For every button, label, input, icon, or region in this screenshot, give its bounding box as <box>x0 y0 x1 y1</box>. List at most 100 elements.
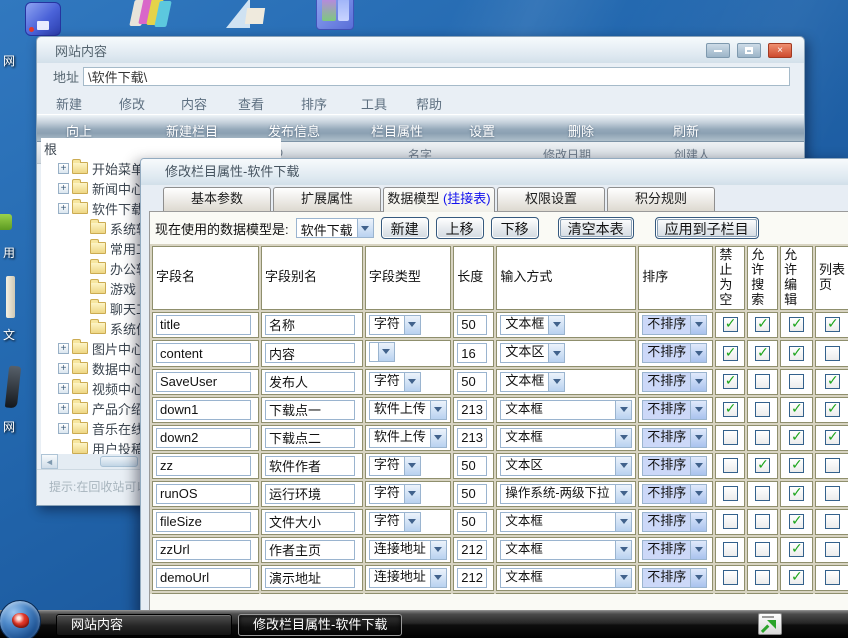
chevron-down-icon[interactable] <box>404 513 420 531</box>
field-name-input[interactable] <box>156 428 251 448</box>
chevron-down-icon[interactable] <box>690 569 706 587</box>
field-length-input[interactable] <box>457 512 487 532</box>
field-type-select[interactable]: 软件上传 <box>369 428 447 448</box>
chevron-down-icon[interactable] <box>690 429 706 447</box>
desktop-icon-partial-1[interactable] <box>0 214 12 230</box>
not-null-checkbox[interactable] <box>723 317 738 332</box>
chevron-down-icon[interactable] <box>430 569 446 587</box>
allow-edit-checkbox[interactable] <box>789 374 804 389</box>
field-type-select[interactable]: 字符 <box>369 456 421 476</box>
sort-select[interactable]: 不排序 <box>642 568 707 588</box>
field-type-select[interactable]: 字符 <box>369 484 421 504</box>
desktop-icon-computer[interactable] <box>25 2 61 36</box>
tray-restore-icon[interactable] <box>758 613 782 635</box>
allow-search-checkbox[interactable] <box>755 374 770 389</box>
chevron-down-icon[interactable] <box>690 316 706 334</box>
chevron-down-icon[interactable] <box>690 485 706 503</box>
list-page-checkbox[interactable] <box>825 486 840 501</box>
dialog-titlebar[interactable]: 修改栏目属性-软件下载 <box>141 159 848 185</box>
sort-select[interactable]: 不排序 <box>642 343 707 363</box>
chevron-down-icon[interactable] <box>430 541 446 559</box>
field-length-input[interactable] <box>457 428 487 448</box>
input-mode-select[interactable]: 文本框 <box>500 428 632 448</box>
field-name-input[interactable] <box>156 568 251 588</box>
field-alias-input[interactable] <box>265 540 355 560</box>
input-mode-select[interactable]: 文本区 <box>500 456 632 476</box>
chevron-down-icon[interactable] <box>548 373 564 391</box>
sort-select[interactable]: 不排序 <box>642 456 707 476</box>
not-null-checkbox[interactable] <box>723 458 738 473</box>
chevron-down-icon[interactable] <box>690 541 706 559</box>
field-name-input[interactable] <box>156 372 251 392</box>
sort-select[interactable]: 不排序 <box>642 428 707 448</box>
chevron-down-icon[interactable] <box>615 457 631 475</box>
field-type-select[interactable]: 连接地址 <box>369 568 447 588</box>
allow-edit-checkbox[interactable] <box>789 458 804 473</box>
expander-plus-icon[interactable]: + <box>58 363 69 374</box>
taskbar-button-2[interactable]: 修改栏目属性-软件下载 <box>238 614 402 636</box>
field-alias-input[interactable] <box>265 456 355 476</box>
field-alias-input[interactable] <box>265 400 355 420</box>
toolbar-item-7[interactable]: 刷新 <box>673 121 699 140</box>
not-null-checkbox[interactable] <box>723 514 738 529</box>
allow-edit-checkbox[interactable] <box>789 486 804 501</box>
not-null-checkbox[interactable] <box>723 486 738 501</box>
field-length-input[interactable] <box>457 343 487 363</box>
chevron-down-icon[interactable] <box>404 457 420 475</box>
field-alias-input[interactable] <box>265 484 355 504</box>
model-select[interactable]: 软件下载 <box>296 218 374 238</box>
field-length-input[interactable] <box>457 540 487 560</box>
chevron-down-icon[interactable] <box>548 316 564 334</box>
chevron-down-icon[interactable] <box>615 485 631 503</box>
expander-plus-icon[interactable]: + <box>58 403 69 414</box>
chevron-down-icon[interactable] <box>690 513 706 531</box>
input-mode-select[interactable]: 文本框 <box>500 315 565 335</box>
desktop-icon-partial-2[interactable] <box>6 276 15 318</box>
field-alias-input[interactable] <box>265 428 355 448</box>
list-page-checkbox[interactable] <box>825 458 840 473</box>
allow-edit-checkbox[interactable] <box>789 570 804 585</box>
allow-edit-checkbox[interactable] <box>789 346 804 361</box>
field-type-select[interactable]: 字符 <box>369 315 421 335</box>
field-type-select[interactable]: 连接地址 <box>369 540 447 560</box>
menu-item-3[interactable]: 内容 <box>181 94 207 113</box>
tab-1[interactable]: 基本参数 <box>163 187 271 211</box>
taskbar-button-1[interactable]: 网站内容 <box>56 614 232 636</box>
not-null-checkbox[interactable] <box>723 374 738 389</box>
field-type-select[interactable]: 字符 <box>369 372 421 392</box>
input-mode-select[interactable]: 文本区 <box>500 343 565 363</box>
chevron-down-icon[interactable] <box>357 219 373 237</box>
not-null-checkbox[interactable] <box>723 402 738 417</box>
input-mode-select[interactable]: 文本框 <box>500 372 565 392</box>
field-alias-input[interactable] <box>265 315 355 335</box>
chevron-down-icon[interactable] <box>430 429 446 447</box>
input-mode-select[interactable]: 文本框 <box>500 512 632 532</box>
chevron-down-icon[interactable] <box>615 429 631 447</box>
input-mode-select[interactable]: 文本框 <box>500 540 632 560</box>
expander-plus-icon[interactable]: + <box>58 383 69 394</box>
input-mode-select[interactable]: 文本框 <box>500 400 632 420</box>
field-length-input[interactable] <box>457 484 487 504</box>
field-type-select[interactable]: 软件上传 <box>369 400 447 420</box>
maximize-icon[interactable] <box>737 43 761 58</box>
sort-select[interactable]: 不排序 <box>642 400 707 420</box>
sort-select[interactable]: 不排序 <box>642 315 707 335</box>
sort-select[interactable]: 不排序 <box>642 372 707 392</box>
chevron-down-icon[interactable] <box>404 373 420 391</box>
close-icon[interactable]: × <box>768 43 792 58</box>
allow-edit-checkbox[interactable] <box>789 402 804 417</box>
field-length-input[interactable] <box>457 568 487 588</box>
allow-search-checkbox[interactable] <box>755 402 770 417</box>
menu-item-4[interactable]: 查看 <box>238 94 264 113</box>
list-page-checkbox[interactable] <box>825 542 840 557</box>
toolbar-item-5[interactable]: 设置 <box>469 121 495 140</box>
field-length-input[interactable] <box>457 372 487 392</box>
toolbar-item-4[interactable]: 栏目属性 <box>371 121 423 140</box>
chevron-down-icon[interactable] <box>615 513 631 531</box>
start-button-icon[interactable] <box>0 600 41 638</box>
field-type-select[interactable]: 字符 <box>369 512 421 532</box>
minimize-icon[interactable] <box>706 43 730 58</box>
menu-item-2[interactable]: 修改 <box>119 94 145 113</box>
chevron-down-icon[interactable] <box>615 401 631 419</box>
chevron-down-icon[interactable] <box>690 373 706 391</box>
